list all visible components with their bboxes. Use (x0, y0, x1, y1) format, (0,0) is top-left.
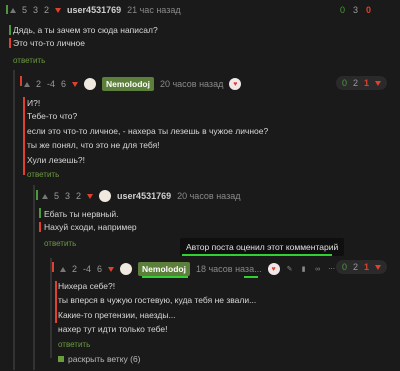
comment-2-score: 0 2 1 (336, 76, 388, 90)
thread-line-3 (36, 190, 38, 200)
link-icon[interactable]: ∞ (314, 265, 322, 273)
comment-text-line: Нахуй сходи, например (44, 222, 137, 232)
comment-text-line: Какие-то претензии, наезды... (58, 310, 176, 320)
up-arrow-icon[interactable] (42, 193, 48, 199)
avatar[interactable] (120, 263, 133, 275)
more-icon[interactable]: ⋯ (328, 265, 336, 273)
score-total: 3 (353, 5, 359, 15)
down-arrow-icon[interactable] (72, 81, 79, 87)
score-total: 2 (353, 78, 359, 88)
up-arrow-icon[interactable] (24, 81, 30, 87)
comment-text-line: И?! (27, 98, 41, 108)
thread-line (50, 258, 52, 358)
down-arrow-icon[interactable] (108, 266, 115, 272)
comment-text-line: ты же понял, что это не для тебя! (27, 140, 160, 150)
votes-mid-count: -4 (47, 79, 56, 89)
comment-author[interactable]: user4531769 (67, 5, 121, 15)
score-plus: 0 (342, 78, 348, 88)
comment-1-score: 0 3 0 (340, 5, 371, 15)
comment-text-line: Нихера себе?! (58, 281, 116, 291)
comment-time[interactable]: 21 час назад (127, 5, 180, 15)
comment-text-line: Тебе-то что? (27, 111, 78, 121)
votes-down-count: 2 (76, 191, 82, 201)
votes-down-count: 6 (97, 264, 103, 274)
text-bar (55, 281, 57, 323)
author-underline (142, 276, 188, 278)
votes-up-count: 5 (22, 5, 28, 15)
comment-text-line: Ебать ты нервный. (44, 209, 119, 219)
comment-author[interactable]: Nemolodoj (102, 77, 154, 91)
heart-emoji-icon: ♥ (267, 263, 280, 275)
votes-up-count: 2 (72, 264, 78, 274)
comment-1-header: 5 3 2 user4531769 21 час назад (10, 5, 181, 15)
votes-mid-count: -4 (83, 264, 92, 274)
avatar[interactable] (84, 78, 97, 90)
comment-3-header: 5 3 2 user4531769 20 часов назад (42, 190, 240, 202)
down-arrow-icon[interactable] (87, 193, 94, 199)
comment-4-score: 0 2 1 (336, 260, 388, 274)
votes-up-count: 2 (36, 79, 42, 89)
expand-icon (58, 356, 64, 362)
comment-time[interactable]: 20 часов назад (160, 79, 223, 89)
comment-time[interactable]: 20 часов назад (177, 191, 240, 201)
reply-link[interactable]: ответить (44, 239, 76, 248)
bookmark-icon[interactable]: ▮ (300, 265, 308, 273)
avatar[interactable] (99, 190, 112, 202)
thread-line-2 (20, 76, 22, 86)
score-minus: 1 (364, 78, 370, 88)
comment-text-line: Хули лезешь?! (27, 155, 85, 165)
score-minus: 0 (366, 5, 372, 15)
score-minus: 1 (364, 262, 370, 272)
emoji-underline (244, 276, 258, 278)
up-arrow-icon[interactable] (60, 266, 66, 272)
comment-text-line: нахер тут идти только тебе! (58, 324, 168, 334)
text-bar (9, 38, 11, 48)
tooltip-underline (182, 254, 332, 256)
reply-link[interactable]: ответить (13, 56, 45, 65)
expand-thread[interactable]: раскрыть ветку (6) (58, 354, 141, 364)
reply-link[interactable]: ответить (27, 170, 59, 179)
votes-mid-count: 3 (65, 191, 71, 201)
score-plus: 0 (340, 5, 346, 15)
down-arrow-icon[interactable] (375, 80, 382, 86)
text-bar (23, 97, 25, 175)
score-plus: 0 (342, 262, 348, 272)
text-bar (39, 208, 41, 218)
comment-text-line: если это что-то личное, - нахера ты лезе… (27, 126, 269, 136)
comment-author[interactable]: user4531769 (117, 191, 171, 201)
text-bar (9, 25, 11, 35)
votes-mid-count: 3 (33, 5, 39, 15)
votes-up-count: 5 (54, 191, 60, 201)
votes-down-count: 6 (61, 79, 67, 89)
text-bar (39, 222, 41, 232)
comment-author[interactable]: Nemolodoj (138, 262, 190, 276)
thread-line-1 (6, 5, 8, 14)
comment-text-line: Дядь, а ты зачем это сюда написал? (13, 25, 158, 35)
comment-time[interactable]: 18 часов наза... (196, 264, 262, 274)
reply-link[interactable]: ответить (58, 340, 90, 349)
edit-icon[interactable]: ✎ (286, 265, 294, 273)
comment-text-line: Это что-то личное (13, 38, 85, 48)
score-total: 2 (353, 262, 359, 272)
down-arrow-icon[interactable] (55, 7, 62, 13)
thread-line (33, 185, 35, 370)
thread-line (13, 70, 15, 370)
thread-line-4 (52, 262, 54, 272)
comment-2-header: 2 -4 6 Nemolodoj 20 часов назад ♥ (24, 77, 242, 91)
heart-emoji-icon: ♥ (229, 78, 242, 90)
expand-thread-label: раскрыть ветку (6) (68, 354, 141, 364)
comment-text-line: ты вперся в чужую гостевую, куда тебя не… (58, 295, 257, 305)
comment-4-header: 2 -4 6 Nemolodoj 18 часов наза... ♥ ✎ ▮ … (60, 262, 336, 276)
up-arrow-icon[interactable] (10, 7, 16, 13)
down-arrow-icon[interactable] (375, 264, 382, 270)
votes-down-count: 2 (44, 5, 50, 15)
